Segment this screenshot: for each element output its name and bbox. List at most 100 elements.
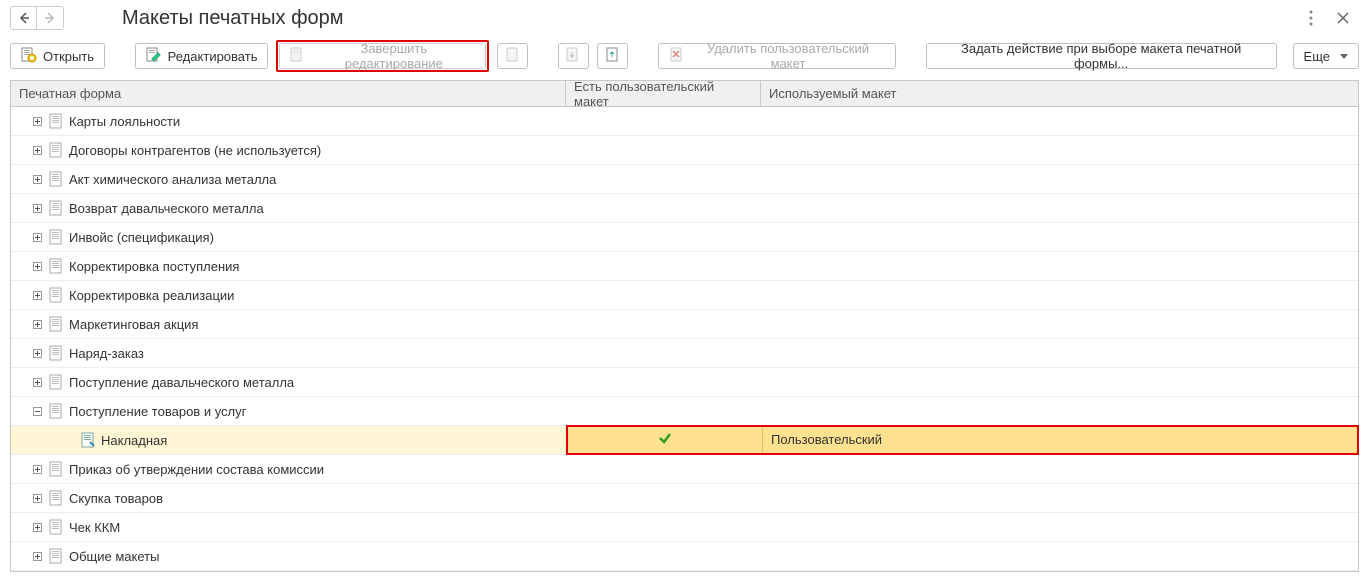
- table-row[interactable]: Поступление товаров и услуг: [11, 397, 1358, 426]
- row-label: Возврат давальческого металла: [69, 201, 264, 216]
- document-icon: [49, 519, 63, 535]
- table-row[interactable]: Приказ об утверждении состава комиссии: [11, 455, 1358, 484]
- document-icon: [49, 548, 63, 564]
- toolbar: Открыть Редактировать Завершить редактир…: [0, 36, 1369, 80]
- collapse-icon[interactable]: [31, 405, 43, 417]
- expand-icon[interactable]: [31, 376, 43, 388]
- expand-icon[interactable]: [31, 202, 43, 214]
- row-label: Скупка товаров: [69, 491, 163, 506]
- expand-icon[interactable]: [31, 492, 43, 504]
- document-down-icon: [565, 47, 581, 66]
- cell-form-name: Приказ об утверждении состава комиссии: [11, 461, 566, 477]
- cell-has-user: [568, 427, 763, 453]
- finish-edit-button[interactable]: Завершить редактирование: [279, 43, 486, 69]
- table-row[interactable]: Общие макеты: [11, 542, 1358, 571]
- table-row[interactable]: Чек ККМ: [11, 513, 1358, 542]
- edit-button[interactable]: Редактировать: [135, 43, 269, 69]
- more-label: Еще: [1304, 49, 1330, 64]
- cell-used-template: Пользовательский: [763, 427, 1357, 453]
- row-label: Инвойс (спецификация): [69, 230, 214, 245]
- expand-icon[interactable]: [31, 115, 43, 127]
- document-icon: [49, 113, 63, 129]
- document-icon: [49, 287, 63, 303]
- cell-form-name: Договоры контрагентов (не используется): [11, 142, 566, 158]
- document-icon: [49, 403, 63, 419]
- nav-forward-button[interactable]: [37, 7, 63, 29]
- open-icon: [21, 47, 37, 66]
- table-row[interactable]: Карты лояльности: [11, 107, 1358, 136]
- cell-form-name: Маркетинговая акция: [11, 316, 566, 332]
- expand-icon[interactable]: [31, 347, 43, 359]
- cell-form-name: Возврат давальческого металла: [11, 200, 566, 216]
- row-label: Чек ККМ: [69, 520, 120, 535]
- table-row[interactable]: Возврат давальческого металла: [11, 194, 1358, 223]
- cell-form-name: Чек ККМ: [11, 519, 566, 535]
- expand-icon[interactable]: [31, 521, 43, 533]
- row-label: Договоры контрагентов (не используется): [69, 143, 321, 158]
- row-label: Приказ об утверждении состава комиссии: [69, 462, 324, 477]
- table-row[interactable]: Инвойс (спецификация): [11, 223, 1358, 252]
- edit-label: Редактировать: [168, 49, 258, 64]
- document-icon: [49, 345, 63, 361]
- grid-header: Печатная форма Есть пользовательский мак…: [11, 81, 1358, 107]
- document-icon: [49, 461, 63, 477]
- expand-icon[interactable]: [31, 231, 43, 243]
- cell-form-name: Общие макеты: [11, 548, 566, 564]
- table-row[interactable]: Наряд-заказ: [11, 339, 1358, 368]
- table-row[interactable]: Маркетинговая акция: [11, 310, 1358, 339]
- grid: Печатная форма Есть пользовательский мак…: [10, 80, 1359, 572]
- table-row[interactable]: Корректировка поступления: [11, 252, 1358, 281]
- row-label: Наряд-заказ: [69, 346, 144, 361]
- cell-form-name: Акт химического анализа металла: [11, 171, 566, 187]
- row-label: Карты лояльности: [69, 114, 180, 129]
- row-label: Акт химического анализа металла: [69, 172, 276, 187]
- cell-form-name: Корректировка реализации: [11, 287, 566, 303]
- set-action-label: Задать действие при выборе макета печатн…: [937, 41, 1266, 71]
- cell-form-name: Скупка товаров: [11, 490, 566, 506]
- kebab-menu-icon[interactable]: [1301, 8, 1321, 28]
- cell-form-name: Корректировка поступления: [11, 258, 566, 274]
- table-row[interactable]: Договоры контрагентов (не используется): [11, 136, 1358, 165]
- delete-user-template-button[interactable]: Удалить пользовательский макет: [658, 43, 896, 69]
- toolbar-icon-btn-2[interactable]: [558, 43, 589, 69]
- toolbar-icon-btn-3[interactable]: [597, 43, 628, 69]
- expand-icon[interactable]: [31, 289, 43, 301]
- highlight-finish-edit: Завершить редактирование: [276, 40, 489, 72]
- close-button[interactable]: [1333, 8, 1353, 28]
- edit-icon: [146, 47, 162, 66]
- column-header-has-user[interactable]: Есть пользовательский макет: [566, 81, 761, 106]
- open-button[interactable]: Открыть: [10, 43, 105, 69]
- delete-label: Удалить пользовательский макет: [691, 41, 885, 71]
- header-bar: Макеты печатных форм: [0, 0, 1369, 36]
- nav-back-button[interactable]: [11, 7, 37, 29]
- cell-form-name: Накладная: [11, 432, 566, 448]
- expand-icon[interactable]: [31, 550, 43, 562]
- expand-icon[interactable]: [31, 463, 43, 475]
- expand-icon[interactable]: [31, 144, 43, 156]
- row-label: Накладная: [101, 433, 167, 448]
- cell-form-name: Наряд-заказ: [11, 345, 566, 361]
- column-header-form[interactable]: Печатная форма: [11, 81, 566, 106]
- highlight-user-template-cells: Пользовательский: [566, 425, 1359, 455]
- check-icon: [657, 430, 673, 449]
- more-button[interactable]: Еще: [1293, 43, 1359, 69]
- page-title: Макеты печатных форм: [122, 7, 1293, 30]
- table-row[interactable]: Накладная Пользовательский: [11, 426, 1358, 455]
- template-icon: [81, 432, 95, 448]
- column-header-used[interactable]: Используемый макет: [761, 81, 1358, 106]
- expand-icon[interactable]: [31, 173, 43, 185]
- table-row[interactable]: Корректировка реализации: [11, 281, 1358, 310]
- document-icon: [49, 258, 63, 274]
- table-row[interactable]: Поступление давальческого металла: [11, 368, 1358, 397]
- document-icon: [49, 316, 63, 332]
- nav-buttons: [10, 6, 64, 30]
- toolbar-icon-btn-1[interactable]: [497, 43, 528, 69]
- row-label: Корректировка поступления: [69, 259, 239, 274]
- expand-icon[interactable]: [31, 318, 43, 330]
- expand-icon[interactable]: [31, 260, 43, 272]
- document-icon: [49, 374, 63, 390]
- table-row[interactable]: Акт химического анализа металла: [11, 165, 1358, 194]
- row-label: Поступление товаров и услуг: [69, 404, 246, 419]
- table-row[interactable]: Скупка товаров: [11, 484, 1358, 513]
- set-action-button[interactable]: Задать действие при выборе макета печатн…: [926, 43, 1277, 69]
